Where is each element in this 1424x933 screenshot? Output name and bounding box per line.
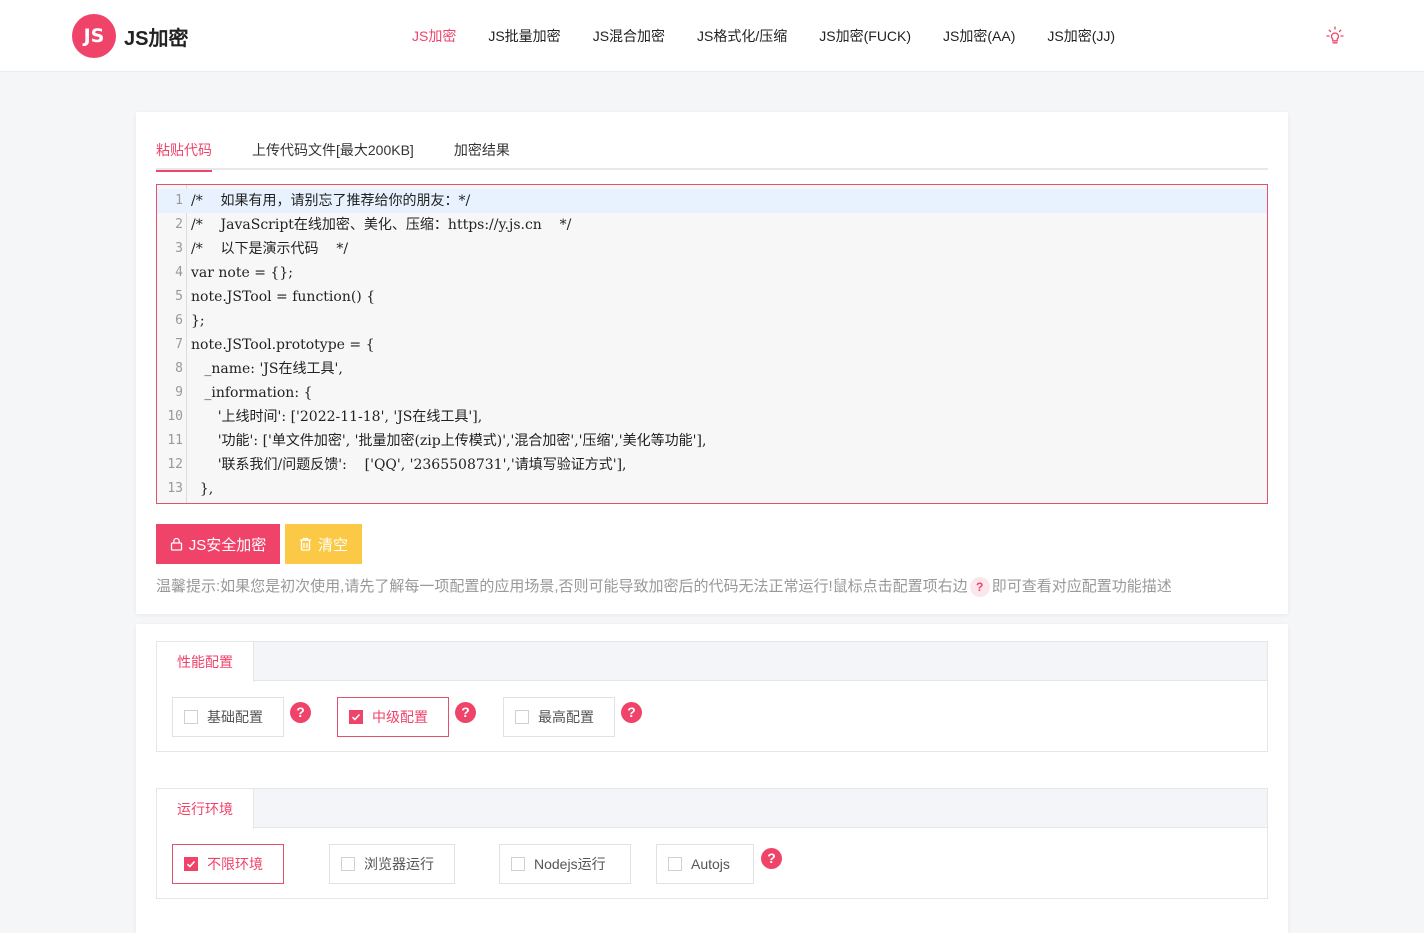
tab-upload-file[interactable]: 上传代码文件[最大200KB] — [252, 136, 414, 170]
nav-js-encrypt[interactable]: JS加密 — [412, 26, 456, 46]
encrypt-button-label: JS安全加密 — [188, 536, 267, 554]
nav-js-batch-encrypt[interactable]: JS批量加密 — [488, 26, 560, 46]
option-autojs[interactable]: Autojs — [656, 844, 754, 884]
config-card: 性能配置 基础配置 ? 中级配置 ? 最高配置 ? 运行环境 不限环境 浏览器运… — [136, 624, 1288, 933]
checkbox[interactable] — [511, 857, 525, 871]
code-text: /* 以下是演示代码 */ — [191, 241, 349, 257]
logo-mark: JS — [72, 14, 116, 58]
code-line[interactable]: 9 _information: { — [157, 381, 1267, 405]
code-text: '联系我们/问题反馈': ['QQ', '2365508731','请填写验证方… — [191, 457, 627, 473]
nav-js-encrypt-fuck[interactable]: JS加密(FUCK) — [819, 26, 911, 46]
code-text: /* JavaScript在线加密、美化、压缩：https://y.js.cn … — [191, 217, 572, 233]
option-highest-config[interactable]: 最高配置 — [503, 697, 615, 737]
encrypt-card: 粘贴代码 上传代码文件[最大200KB] 加密结果 1/* 如果有用，请别忘了推… — [136, 112, 1288, 614]
code-text: var note = {}; — [191, 265, 293, 281]
check-icon — [351, 713, 361, 721]
clear-button-label: 清空 — [317, 536, 348, 554]
option-any-environment[interactable]: 不限环境 — [172, 844, 284, 884]
performance-section: 性能配置 基础配置 ? 中级配置 ? 最高配置 ? — [156, 641, 1268, 752]
input-tabs: 粘贴代码 上传代码文件[最大200KB] 加密结果 — [156, 136, 1268, 172]
checkbox-checked[interactable] — [184, 857, 198, 871]
main-nav: JS加密 JS批量加密 JS混合加密 JS格式化/压缩 JS加密(FUCK) J… — [396, 0, 1131, 72]
environment-section: 运行环境 不限环境 浏览器运行 Nodejs运行 Autojs ? — [156, 788, 1268, 899]
code-text: }, — [191, 481, 214, 497]
check-icon — [186, 860, 196, 868]
help-icon[interactable]: ? — [761, 848, 782, 869]
code-text: note.JSTool.prototype = { — [191, 337, 375, 353]
nav-js-mixed-encrypt[interactable]: JS混合加密 — [593, 26, 665, 46]
code-line[interactable]: 5 note.JSTool = function() { — [157, 285, 1267, 309]
code-line[interactable]: 4 var note = {}; — [157, 261, 1267, 285]
code-line[interactable]: 3/* 以下是演示代码 */ — [157, 237, 1267, 261]
checkbox[interactable] — [515, 710, 529, 724]
code-line[interactable]: 12 '联系我们/问题反馈': ['QQ', '2365508731','请填写… — [157, 453, 1267, 477]
checkbox[interactable] — [341, 857, 355, 871]
lock-icon — [170, 537, 182, 551]
code-editor[interactable]: 1/* 如果有用，请别忘了推荐给你的朋友：*/ 2/* JavaScript在线… — [156, 184, 1268, 504]
lightbulb-icon[interactable] — [1324, 25, 1346, 47]
top-header: JS JS加密 JS加密 JS批量加密 JS混合加密 JS格式化/压缩 JS加密… — [0, 0, 1424, 72]
trash-icon — [299, 537, 311, 551]
option-nodejs-run[interactable]: Nodejs运行 — [499, 844, 631, 884]
nav-js-encrypt-aa[interactable]: JS加密(AA) — [943, 26, 1015, 46]
option-basic-config[interactable]: 基础配置 — [172, 697, 284, 737]
code-line[interactable]: 13 }, — [157, 477, 1267, 501]
checkbox[interactable] — [184, 710, 198, 724]
nav-js-format-compress[interactable]: JS格式化/压缩 — [697, 26, 787, 46]
nav-js-encrypt-jj[interactable]: JS加密(JJ) — [1047, 26, 1115, 46]
help-icon[interactable]: ? — [290, 702, 311, 723]
code-text: note.JSTool = function() { — [191, 289, 376, 305]
help-icon[interactable]: ? — [621, 702, 642, 723]
code-line[interactable]: 11 '功能': ['单文件加密', '批量加密(zip上传模式)','混合加密… — [157, 429, 1267, 453]
code-text: /* 如果有用，请别忘了推荐给你的朋友：*/ — [191, 193, 471, 209]
code-line[interactable]: 2/* JavaScript在线加密、美化、压缩：https://y.js.cn… — [157, 213, 1267, 237]
tab-encrypt-result[interactable]: 加密结果 — [454, 136, 510, 170]
usage-tip: 温馨提示:如果您是初次使用,请先了解每一项配置的应用场景,否则可能导致加密后的代… — [156, 577, 1172, 597]
option-medium-config[interactable]: 中级配置 — [337, 697, 449, 737]
code-line[interactable]: 6}; — [157, 309, 1267, 333]
help-icon[interactable]: ? — [455, 702, 476, 723]
performance-tab[interactable]: 性能配置 — [157, 642, 254, 682]
code-text: _information: { — [191, 385, 313, 401]
option-browser-run[interactable]: 浏览器运行 — [329, 844, 455, 884]
code-text: _name: 'JS在线工具', — [191, 361, 343, 377]
clear-button[interactable]: 清空 — [285, 524, 362, 564]
code-line[interactable]: 1/* 如果有用，请别忘了推荐给你的朋友：*/ — [157, 189, 1267, 213]
code-line[interactable]: 8 _name: 'JS在线工具', — [157, 357, 1267, 381]
code-line[interactable]: 7 note.JSTool.prototype = { — [157, 333, 1267, 357]
question-mark-icon: ? — [969, 577, 990, 597]
checkbox[interactable] — [668, 857, 682, 871]
code-text: }; — [191, 313, 205, 329]
code-text: '上线时间': ['2022-11-18', 'JS在线工具'], — [191, 409, 483, 425]
code-line[interactable]: 10 '上线时间': ['2022-11-18', 'JS在线工具'], — [157, 405, 1267, 429]
checkbox-checked[interactable] — [349, 710, 363, 724]
encrypt-button[interactable]: JS安全加密 — [156, 524, 280, 564]
logo-text: JS加密 — [124, 27, 189, 50]
environment-tab[interactable]: 运行环境 — [157, 789, 254, 829]
site-logo[interactable]: JS JS加密 — [72, 14, 188, 58]
tab-paste-code[interactable]: 粘贴代码 — [156, 136, 212, 172]
code-text: '功能': ['单文件加密', '批量加密(zip上传模式)','混合加密','… — [191, 433, 707, 449]
